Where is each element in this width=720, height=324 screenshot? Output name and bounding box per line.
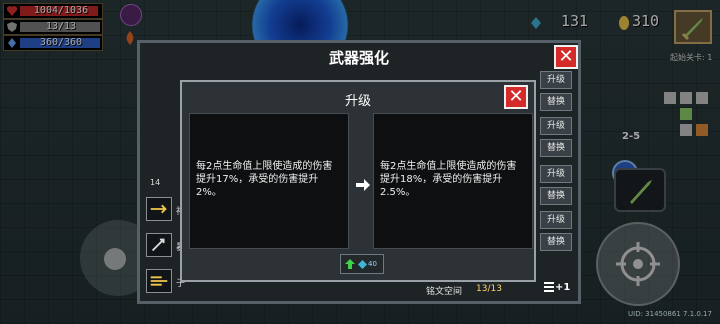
rune-icon bbox=[150, 276, 168, 286]
current-effect-text: 每2点生命值上限使造成的伤害提升17%，承受的伤害提升2%。 bbox=[196, 161, 333, 198]
rune-icon bbox=[150, 204, 167, 214]
close-icon: ✕ bbox=[508, 86, 524, 107]
rune-slot-3[interactable] bbox=[146, 269, 172, 293]
add-rune-space-button[interactable]: +1 bbox=[543, 281, 573, 297]
upgrade-popup-close-button[interactable]: ✕ bbox=[504, 85, 528, 109]
close-icon: ✕ bbox=[558, 46, 574, 67]
upgrade-popup: 升级 ✕ 每2点生命值上限使造成的伤害提升17%，承受的伤害提升2%。 每2点生… bbox=[180, 80, 536, 282]
gem-icon bbox=[358, 260, 367, 269]
rune-space-label: 铭文空间 bbox=[426, 287, 463, 297]
side-replace-button-2[interactable]: 替换 bbox=[540, 139, 572, 157]
version-text: UID: 31450861 7.1.0.17 bbox=[628, 310, 712, 318]
side-replace-button-3[interactable]: 替换 bbox=[540, 187, 572, 205]
side-upgrade-button-1[interactable]: 升级 bbox=[540, 71, 572, 89]
list-icon bbox=[544, 282, 554, 292]
dialog-close-button[interactable]: ✕ bbox=[554, 45, 578, 69]
side-replace-button-1[interactable]: 替换 bbox=[540, 93, 572, 111]
side-replace-button-4[interactable]: 替换 bbox=[540, 233, 572, 251]
next-effect-panel: 每2点生命值上限使造成的伤害提升18%，承受的伤害提升2.5%。 bbox=[373, 113, 533, 249]
weapon-level: 14 bbox=[150, 178, 161, 187]
add-rune-space-label: +1 bbox=[555, 282, 571, 293]
rune-icon bbox=[151, 238, 165, 252]
side-upgrade-button-4[interactable]: 升级 bbox=[540, 211, 572, 229]
side-upgrade-button-2[interactable]: 升级 bbox=[540, 117, 572, 135]
next-effect-text: 每2点生命值上限使造成的伤害提升18%，承受的伤害提升2.5%。 bbox=[380, 161, 517, 198]
confirm-upgrade-button[interactable]: 40 bbox=[340, 254, 384, 274]
side-upgrade-button-3[interactable]: 升级 bbox=[540, 165, 572, 183]
rune-slot-2[interactable] bbox=[146, 233, 172, 257]
arrow-up-icon bbox=[345, 259, 355, 269]
upgrade-popup-title: 升级 bbox=[344, 94, 371, 109]
arrow-right-icon bbox=[356, 179, 370, 191]
rune-space-count: 13/13 bbox=[476, 284, 502, 294]
rune-slot-1[interactable] bbox=[146, 197, 172, 221]
dialog-title: 武器强化 bbox=[328, 49, 389, 67]
current-effect-panel: 每2点生命值上限使造成的伤害提升17%，承受的伤害提升2%。 bbox=[189, 113, 349, 249]
upgrade-cost: 40 bbox=[368, 260, 377, 268]
